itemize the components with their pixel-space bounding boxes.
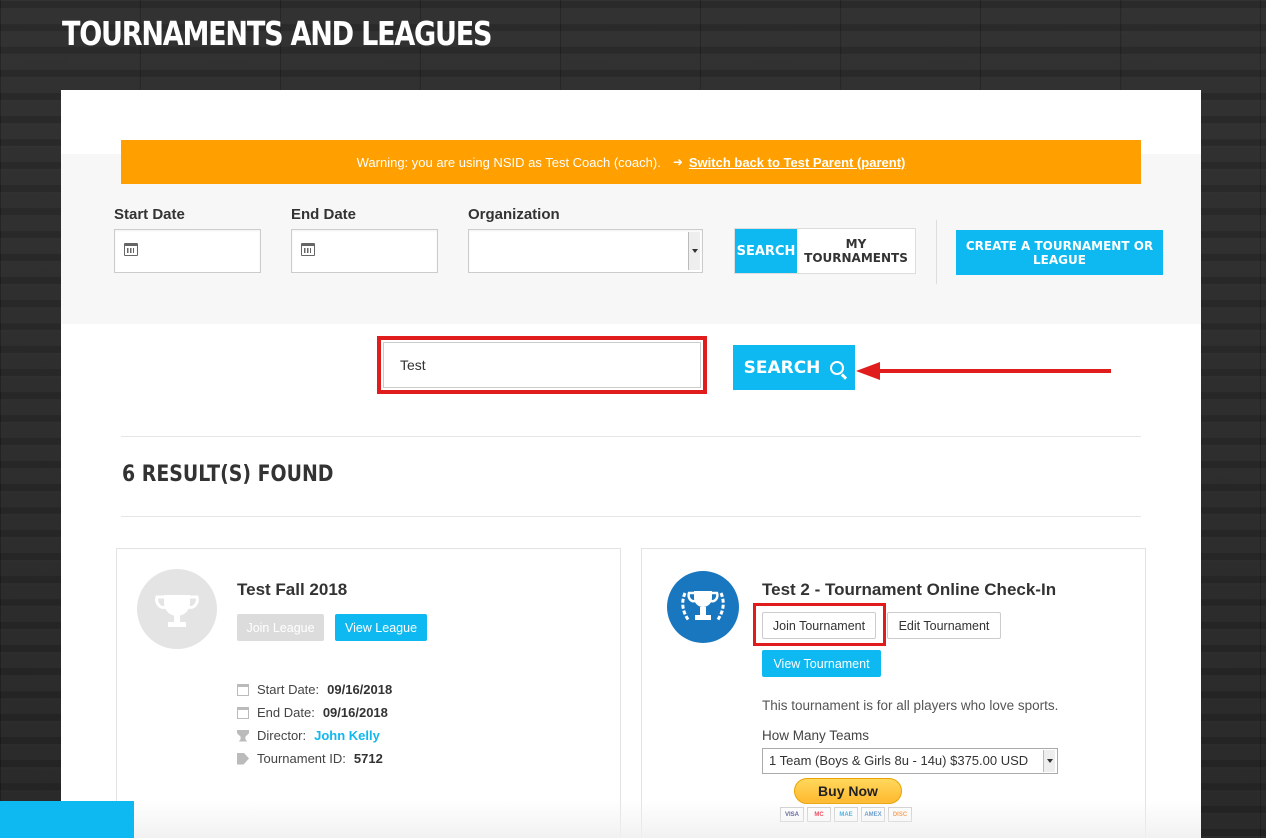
filter-search-button[interactable]: SEARCH <box>735 229 797 273</box>
trophy-icon <box>237 729 249 742</box>
edit-tournament-button[interactable]: Edit Tournament <box>887 612 1001 639</box>
teams-select-value: 1 Team (Boys & Girls 8u - 14u) $375.00 U… <box>769 753 1029 768</box>
divider <box>121 516 1141 517</box>
calendar-icon <box>237 706 249 719</box>
main-card: Warning: you are using NSID as Test Coac… <box>61 90 1201 838</box>
end-date-label: End Date: <box>257 705 315 720</box>
filter-button-group: SEARCH MY TOURNAMENTS <box>734 228 916 274</box>
annotation-arrow <box>856 362 1111 380</box>
organization-label: Organization <box>468 206 560 223</box>
start-date-label: Start Date <box>114 206 185 223</box>
organization-select[interactable] <box>468 229 703 273</box>
mastercard-icon: MC <box>807 807 831 822</box>
view-league-button[interactable]: View League <box>335 614 427 641</box>
director-link[interactable]: John Kelly <box>314 728 380 743</box>
tournament-id-label: Tournament ID: <box>257 751 346 766</box>
tournament-id-value: 5712 <box>353 751 383 766</box>
event-title: Test Fall 2018 <box>237 580 348 599</box>
amex-card-icon: AMEX <box>861 807 885 822</box>
search-icon <box>830 360 845 375</box>
view-tournament-button[interactable]: View Tournament <box>762 650 881 677</box>
start-date-row: Start Date: 09/16/2018 <box>237 682 392 697</box>
start-date-label: Start Date: <box>257 682 320 697</box>
search-highlight <box>377 336 707 394</box>
teams-select[interactable]: 1 Team (Boys & Girls 8u - 14u) $375.00 U… <box>762 748 1058 774</box>
floating-corner-button[interactable] <box>0 801 134 838</box>
director-row: Director: John Kelly <box>237 728 380 743</box>
payment-cards: VISA MC MAE AMEX DISC <box>780 807 912 822</box>
create-tournament-button[interactable]: CREATE A TOURNAMENT OR LEAGUE <box>956 230 1163 275</box>
tag-icon <box>237 752 249 765</box>
page-title: TOURNAMENTS AND LEAGUES <box>62 14 493 53</box>
discover-card-icon: DISC <box>888 807 912 822</box>
director-label: Director: <box>257 728 307 743</box>
join-league-button[interactable]: Join League <box>237 614 324 641</box>
calendar-icon <box>237 683 249 696</box>
search-button-label: SEARCH <box>743 357 821 378</box>
end-date-label: End Date <box>291 206 357 223</box>
end-date-value: 09/16/2018 <box>322 705 388 720</box>
start-date-value: 09/16/2018 <box>327 682 393 697</box>
event-description: This tournament is for all players who l… <box>762 698 1059 713</box>
my-tournaments-button[interactable]: MY TOURNAMENTS <box>797 229 915 273</box>
divider <box>936 220 937 284</box>
switch-back-link[interactable]: Switch back to Test Parent (parent) <box>689 155 905 170</box>
event-card: Test 2 - Tournament Online Check-In Join… <box>641 548 1146 838</box>
calendar-icon <box>301 243 315 256</box>
search-input[interactable] <box>383 342 701 388</box>
laurel-trophy-icon <box>667 571 739 643</box>
calendar-icon <box>124 243 138 256</box>
chevron-down-icon <box>1043 750 1055 772</box>
trophy-icon <box>137 569 217 649</box>
sign-out-icon: ➜ <box>672 155 683 169</box>
teams-label: How Many Teams <box>762 728 870 743</box>
join-tournament-button[interactable]: Join Tournament <box>762 612 876 639</box>
chevron-down-icon <box>688 232 700 270</box>
maestro-card-icon: MAE <box>834 807 858 822</box>
end-date-row: End Date: 09/16/2018 <box>237 705 388 720</box>
event-card: Test Fall 2018 Join League View League S… <box>116 548 621 838</box>
divider <box>121 436 1141 437</box>
visa-card-icon: VISA <box>780 807 804 822</box>
buy-now-button[interactable]: Buy Now <box>794 778 902 804</box>
results-heading: 6 RESULT(S) FOUND <box>122 462 334 487</box>
impersonation-warning: Warning: you are using NSID as Test Coac… <box>121 140 1141 184</box>
search-button[interactable]: SEARCH <box>733 345 855 390</box>
end-date-field[interactable] <box>291 229 438 273</box>
warning-text: Warning: you are using NSID as Test Coac… <box>356 154 661 170</box>
tournament-id-row: Tournament ID: 5712 <box>237 751 383 766</box>
event-title: Test 2 - Tournament Online Check-In <box>762 580 1057 599</box>
start-date-field[interactable] <box>114 229 261 273</box>
